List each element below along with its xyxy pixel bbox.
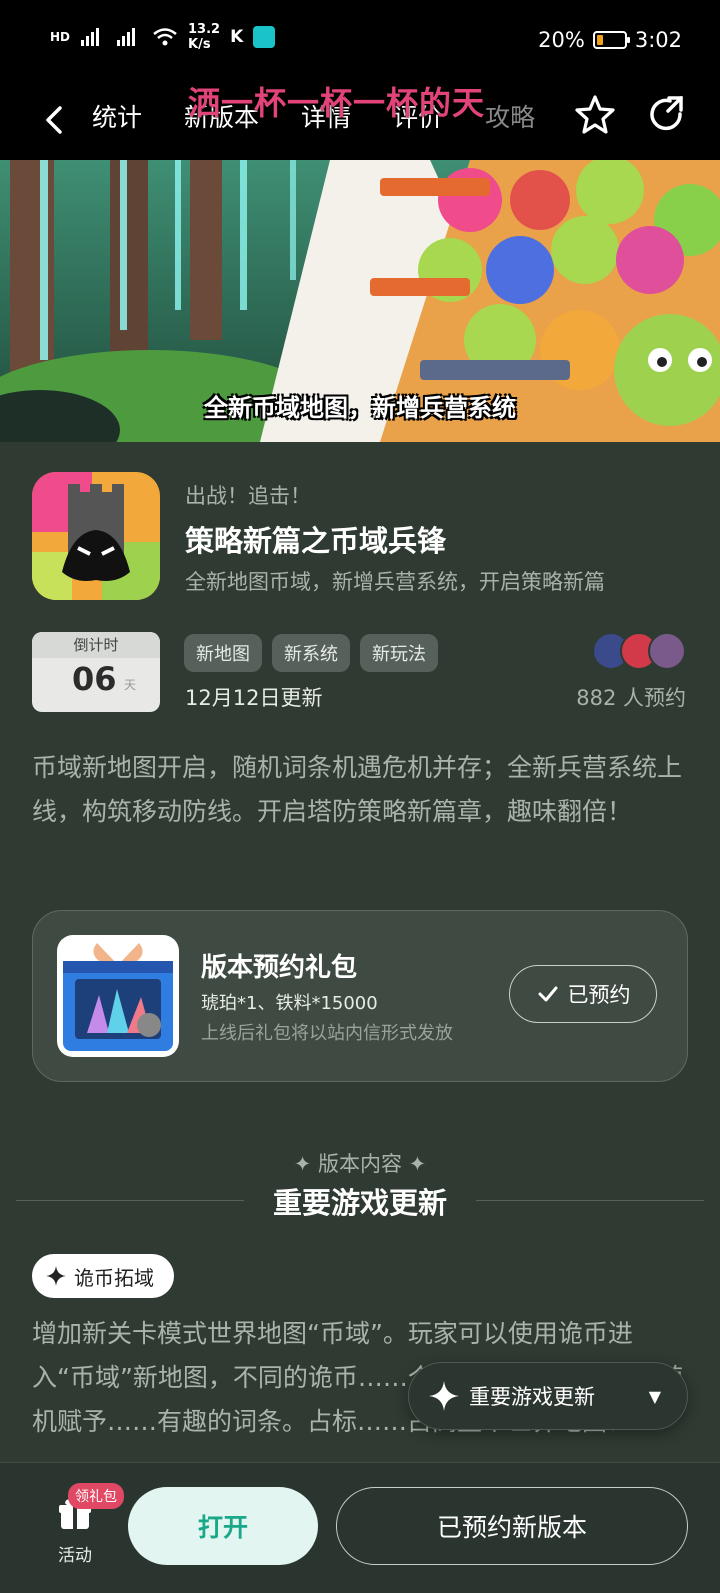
app-k-icon: K bbox=[230, 27, 244, 47]
wifi-icon bbox=[153, 28, 177, 46]
countdown-card: 倒计时 06 天 bbox=[32, 632, 160, 712]
countdown-value: 06 bbox=[72, 660, 117, 698]
battery-percent: 20% bbox=[538, 28, 585, 52]
status-left: HD 13.2 K/s K bbox=[50, 22, 276, 52]
hd-badge: HD bbox=[50, 30, 71, 44]
gift-items: 琥珀*1、铁料*15000 bbox=[201, 993, 378, 1014]
gift-pack-card[interactable]: 版本预约礼包 琥珀*1、铁料*15000 上线后礼包将以站内信形式发放 已预约 bbox=[32, 910, 688, 1082]
back-arrow-icon[interactable] bbox=[36, 100, 76, 140]
version-tags: 新地图 新系统 新玩法 bbox=[184, 634, 438, 672]
taptap-icon bbox=[253, 26, 276, 48]
tab-stats[interactable]: 统计 bbox=[90, 98, 144, 140]
battery-icon bbox=[592, 31, 630, 49]
tag-new-map: 新地图 bbox=[184, 634, 262, 672]
gift-note: 上线后礼包将以站内信形式发放 bbox=[201, 1023, 453, 1044]
nav-actions bbox=[572, 92, 690, 138]
reserve-count: 882 人预约 bbox=[576, 686, 686, 710]
game-icon[interactable] bbox=[32, 472, 160, 600]
section-title: 重要游戏更新 bbox=[272, 1186, 447, 1220]
clock: 3:02 bbox=[634, 28, 682, 52]
section-jump-label: 重要游戏更新 bbox=[469, 1385, 595, 1409]
signal-icon bbox=[81, 28, 100, 46]
section-jump-pill[interactable]: 重要游戏更新 ▼ bbox=[408, 1362, 688, 1430]
share-icon[interactable] bbox=[644, 92, 690, 138]
bottom-action-bar: 活动 领礼包 打开 已预约新版本 bbox=[0, 1462, 720, 1593]
feature-chip-label: 诡币拓域 bbox=[74, 1265, 154, 1290]
gift-reserved-button[interactable]: 已预约 bbox=[509, 965, 657, 1023]
top-nav: 统计 新版本 详情 评价 攻略 洒一杯一杯一杯的天 bbox=[0, 84, 720, 160]
feature-chip: 诡币拓域 bbox=[32, 1254, 174, 1298]
check-icon bbox=[538, 986, 557, 1002]
tag-new-system: 新系统 bbox=[272, 634, 350, 672]
signal-icon-2 bbox=[117, 28, 136, 46]
gift-title: 版本预约礼包 bbox=[201, 953, 358, 983]
version-title: 策略新篇之币域兵锋 bbox=[185, 524, 447, 558]
banner-caption: 全新币域地图，新增兵营系统 bbox=[204, 394, 516, 422]
net-speed: 13.2 bbox=[188, 22, 221, 37]
update-date: 12月12日更新 bbox=[185, 686, 323, 710]
tag-new-gameplay: 新玩法 bbox=[360, 634, 438, 672]
caret-down-icon: ▼ bbox=[648, 1386, 661, 1406]
sparkle-icon bbox=[46, 1266, 66, 1286]
gift-badge: 领礼包 bbox=[68, 1483, 124, 1509]
status-right: 20% 3:02 bbox=[538, 28, 682, 52]
danmaku-overlay-text: 洒一杯一杯一杯的天 bbox=[188, 84, 486, 122]
net-speed-unit: K/s bbox=[188, 37, 211, 52]
star-icon[interactable] bbox=[572, 92, 618, 138]
countdown-label: 倒计时 bbox=[32, 632, 160, 658]
version-subtitle: 全新地图币域，新增兵营系统，开启策略新篇 bbox=[185, 570, 605, 594]
open-button[interactable]: 打开 bbox=[128, 1487, 318, 1565]
game-icon-art bbox=[32, 472, 160, 600]
sparkle-icon bbox=[429, 1381, 459, 1411]
avatar bbox=[648, 632, 686, 670]
section-label: ✦ 版本内容 ✦ bbox=[293, 1152, 427, 1176]
reserved-new-version-button[interactable]: 已预约新版本 bbox=[336, 1487, 688, 1565]
version-description: 币域新地图开启，随机词条机遇危机并存；全新兵营系统上线，构筑移动防线。开启塔防策… bbox=[32, 753, 683, 826]
countdown-unit: 天 bbox=[124, 678, 137, 692]
gift-reserved-label: 已预约 bbox=[567, 983, 631, 1007]
status-bar: HD 13.2 K/s K 20% 3:02 bbox=[0, 0, 720, 88]
activity-label: 活动 bbox=[58, 1546, 92, 1566]
reserver-avatars bbox=[592, 632, 686, 670]
tab-guides[interactable]: 攻略 bbox=[483, 98, 537, 140]
version-kicker: 出战！追击！ bbox=[185, 484, 311, 508]
hero-banner[interactable]: 全新币域地图，新增兵营系统 bbox=[0, 160, 720, 442]
gift-box-icon bbox=[57, 935, 179, 1057]
activity-button[interactable]: 活动 领礼包 bbox=[40, 1481, 124, 1566]
